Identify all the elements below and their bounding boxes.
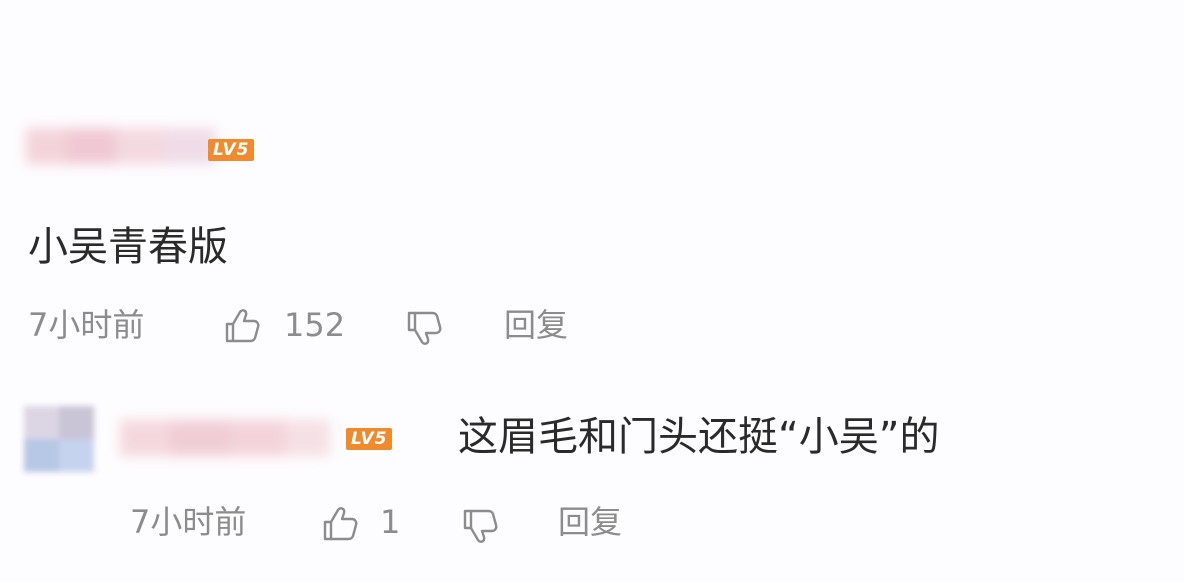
thumbs-up-icon[interactable] <box>222 306 262 346</box>
comment-time: 7小时前 <box>28 306 145 344</box>
thumbs-down-icon[interactable] <box>404 308 444 348</box>
reply-reply-button[interactable]: 回复 <box>558 502 622 542</box>
reply-like-count: 1 <box>380 503 401 541</box>
reply-username-blurred[interactable] <box>120 420 330 456</box>
comment-text: 小吴青春版 <box>28 224 228 270</box>
reply-level-badge: LV5 <box>346 428 393 450</box>
level-badge: LV5 <box>208 139 255 161</box>
thumbs-down-icon[interactable] <box>460 506 500 546</box>
reply-button[interactable]: 回复 <box>504 305 568 345</box>
reply-time: 7小时前 <box>130 503 247 541</box>
reply-text: 这眉毛和门头还挺“小吴”的 <box>458 414 940 460</box>
username-blurred[interactable] <box>26 128 216 164</box>
thumbs-up-icon[interactable] <box>320 504 360 544</box>
like-count: 152 <box>284 306 346 344</box>
comment-thread: LV5 小吴青春版 7小时前 152 回复 LV5 这眉毛和门头还挺“小吴”的 … <box>0 0 1184 582</box>
avatar[interactable] <box>24 406 94 472</box>
